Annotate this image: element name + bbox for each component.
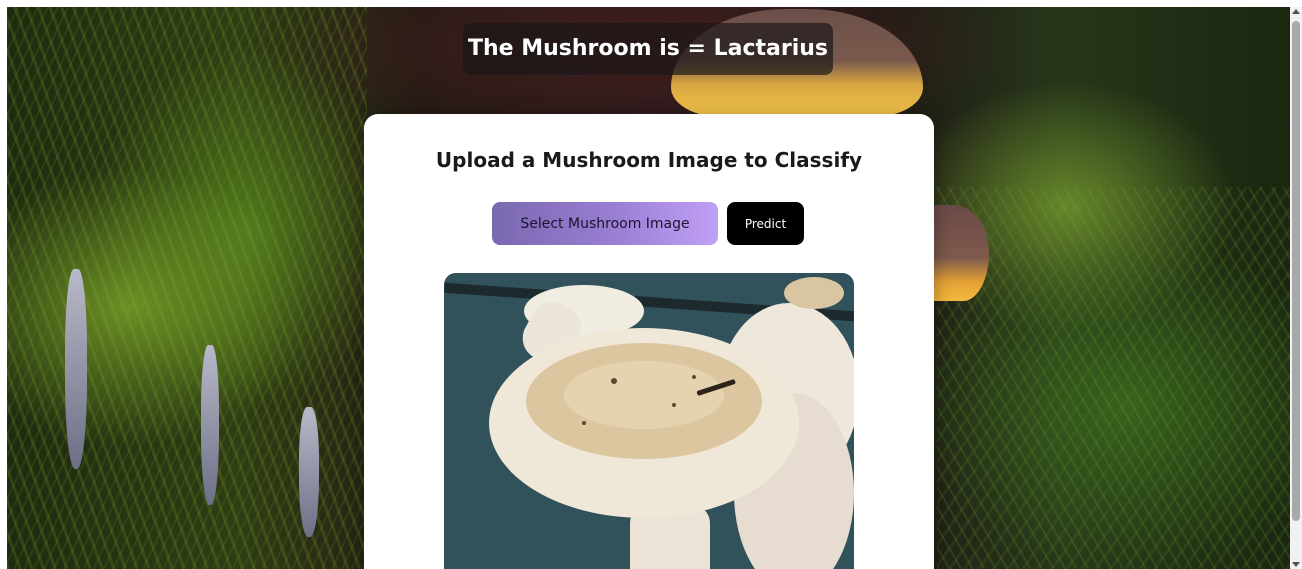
background-moss-right: [937, 187, 1290, 569]
scrollbar-thumb[interactable]: [1292, 21, 1300, 521]
select-mushroom-image-button[interactable]: Select Mushroom Image: [492, 202, 718, 245]
background-sprout: [201, 345, 219, 505]
predict-button[interactable]: Predict: [727, 202, 804, 245]
background-sprout: [65, 269, 87, 469]
prediction-result-banner: The Mushroom is = Lactarius: [463, 23, 833, 75]
uploaded-mushroom-image-preview: [444, 273, 854, 569]
mushroom-image: [444, 273, 854, 569]
background-sprout: [299, 407, 319, 537]
scroll-down-arrow-icon[interactable]: [1292, 562, 1300, 567]
vertical-scrollbar[interactable]: [1290, 7, 1302, 569]
upload-card-title: Upload a Mushroom Image to Classify: [435, 148, 863, 172]
page-background: The Mushroom is = Lactarius Upload a Mus…: [7, 7, 1290, 569]
upload-card: Upload a Mushroom Image to Classify Sele…: [364, 114, 934, 569]
scroll-up-arrow-icon[interactable]: [1292, 9, 1300, 14]
